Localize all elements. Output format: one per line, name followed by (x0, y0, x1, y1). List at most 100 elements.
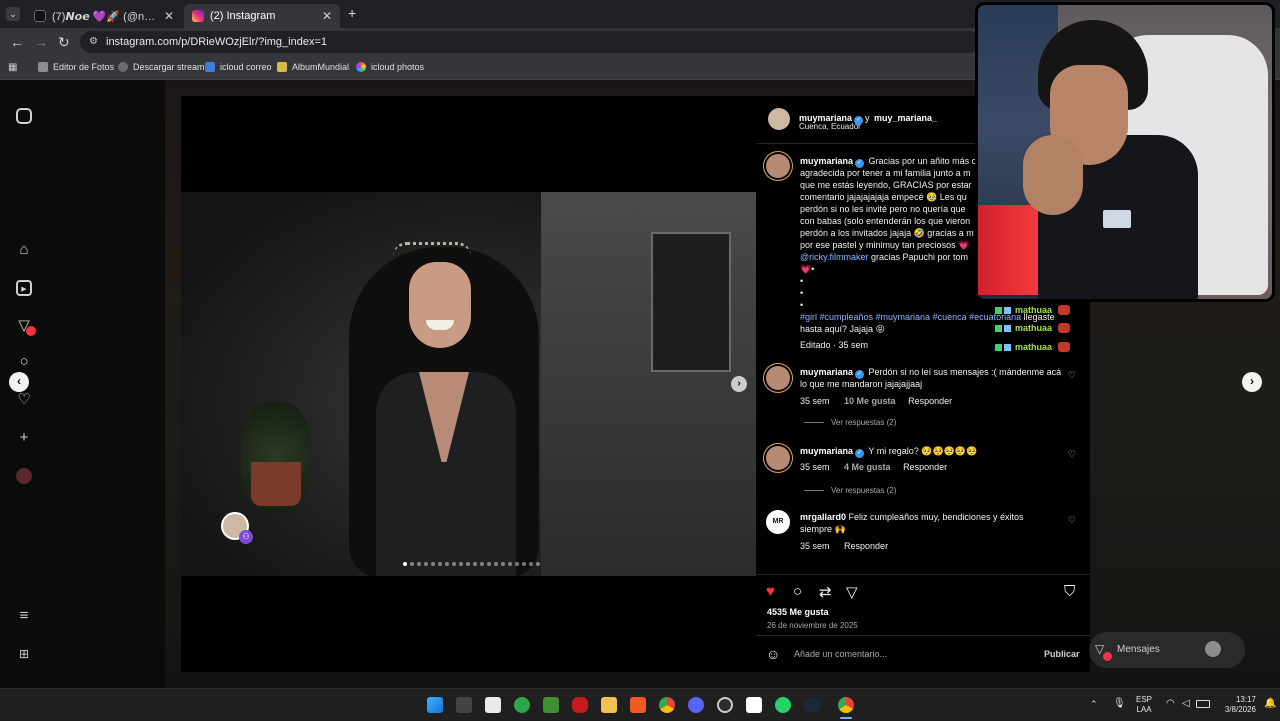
volume-icon[interactable]: ◁ (1182, 698, 1190, 709)
xbox-icon[interactable] (514, 697, 530, 713)
instagram-logo-icon[interactable] (16, 108, 32, 124)
show-hidden-icons[interactable]: ⌃ (1090, 699, 1098, 710)
also-from-meta-icon[interactable]: ⊞ (16, 646, 32, 662)
next-post-button[interactable]: › (1242, 372, 1262, 392)
create-icon[interactable]: + (16, 430, 32, 446)
messages-badge (1103, 652, 1112, 661)
reels-icon[interactable]: ▶ (16, 280, 32, 296)
clock[interactable]: 13:17 3/8/2026 (1216, 695, 1256, 715)
caption-username[interactable]: muymariana (800, 156, 853, 166)
view-replies-button[interactable]: Ver respuestas (2) (804, 486, 896, 495)
obs-icon[interactable] (717, 697, 733, 713)
bookmark-editor-fotos[interactable]: Editor de Fotos (38, 62, 114, 72)
profile-avatar-icon[interactable] (16, 468, 32, 484)
bookmark-icon (118, 62, 128, 72)
collab-username[interactable]: muy_mariana_ (874, 113, 937, 123)
verified-badge-icon: ✓ (855, 370, 865, 379)
tab-tiktok[interactable]: (7)𝙉𝙤𝙚 💜🚀 (@noe_mik) | Ti... ✕ (26, 4, 182, 28)
wifi-icon[interactable]: ◠ (1166, 698, 1175, 709)
microphone-icon[interactable]: 🎙 (1113, 698, 1126, 709)
chat-message: mathuaa (995, 305, 1071, 315)
comment-username[interactable]: muymariana (800, 446, 853, 456)
publish-button[interactable]: Publicar (1044, 649, 1080, 659)
previous-post-button[interactable]: ‹ (9, 372, 29, 392)
back-arrow-icon[interactable]: ← (10, 34, 24, 50)
minecraft-icon[interactable] (543, 697, 559, 713)
comment-avatar[interactable] (766, 446, 790, 470)
comment-like-icon[interactable]: ♡ (1068, 370, 1076, 381)
comment-reply-button[interactable]: Responder (903, 462, 947, 472)
discord-icon[interactable] (688, 697, 704, 713)
like-count[interactable]: 4535 Me gusta (767, 607, 829, 617)
carousel-dot (424, 562, 428, 566)
battery-icon[interactable] (1196, 700, 1210, 708)
brave-icon[interactable] (630, 697, 646, 713)
chrome-active-icon[interactable] (838, 697, 854, 713)
author-avatar[interactable] (768, 108, 790, 130)
new-tab-button[interactable]: + (348, 5, 356, 21)
capcut-icon[interactable] (746, 697, 762, 713)
save-bookmark-icon[interactable]: ⛉ (1064, 583, 1075, 600)
task-view-icon[interactable] (456, 697, 472, 713)
address-bar[interactable]: ⚙ instagram.com/p/DRieWOzjElr/?img_index… (80, 31, 980, 53)
comment-reply-button[interactable]: Responder (908, 396, 952, 406)
whatsapp-icon[interactable] (775, 697, 791, 713)
repost-icon[interactable]: ⇄ (819, 583, 832, 601)
view-replies-button[interactable]: Ver respuestas (2) (804, 418, 896, 427)
tab-search-icon[interactable]: ⌄ (6, 7, 20, 21)
menu-icon[interactable]: ≡ (16, 608, 32, 624)
apps-grid-icon[interactable]: ▦ (8, 62, 17, 73)
chrome-icon[interactable] (659, 697, 675, 713)
comment-likes[interactable]: 4 Me gusta (844, 462, 891, 472)
comment-text-cont: lo que me mandaron jajajajjaaj (800, 379, 923, 389)
comment-username[interactable]: muymariana (800, 367, 853, 377)
like-heart-icon[interactable]: ♥ (766, 583, 775, 600)
file-explorer-icon[interactable] (601, 697, 617, 713)
post-photo[interactable] (181, 192, 756, 576)
tiktok-icon (34, 10, 46, 22)
carousel-dot (494, 562, 498, 566)
comment-icon[interactable]: ○ (793, 583, 802, 600)
keyboard-language[interactable]: ESP LAA (1136, 695, 1152, 715)
site-info-icon[interactable]: ⚙ (89, 31, 98, 53)
reload-icon[interactable]: ↻ (58, 34, 70, 51)
comment-input[interactable]: Añade un comentario... (794, 649, 887, 659)
notifications-icon[interactable]: 🔔 (1264, 698, 1276, 709)
bookmark-icloud-photos[interactable]: icloud photos (356, 62, 424, 72)
caption-avatar[interactable] (766, 154, 790, 178)
home-icon[interactable]: ⌂ (16, 242, 32, 258)
bookmark-icloud-correo[interactable]: icloud correo (205, 62, 272, 72)
comment-username[interactable]: mrgallard0 (800, 512, 846, 522)
among-us-icon[interactable] (572, 697, 588, 713)
steam-icon[interactable] (804, 697, 820, 713)
tag-people-icon[interactable]: ⚇ (239, 530, 253, 544)
messages-button[interactable]: ▽ Mensajes (1089, 632, 1245, 668)
emoji-icon[interactable]: ☺ (766, 646, 780, 662)
tab-instagram[interactable]: (2) Instagram ✕ (184, 4, 340, 28)
post-location[interactable]: Cuenca, Ecuador (799, 122, 861, 131)
hashtags[interactable]: #girl #cumpleaños #muymariana #cuenca #e… (800, 312, 1021, 322)
store-icon[interactable] (485, 697, 501, 713)
tab-label: (2) Instagram (210, 10, 276, 22)
search-icon[interactable]: ○ (16, 354, 32, 370)
carousel-dot (522, 562, 526, 566)
share-icon[interactable]: ▽ (846, 583, 858, 601)
comment-like-icon[interactable]: ♡ (1068, 515, 1076, 526)
comment-text-cont: siempre 🙌 (800, 524, 846, 534)
next-slide-button[interactable]: › (731, 376, 747, 392)
comment-avatar[interactable]: MR (766, 510, 790, 534)
bookmark-albummundial[interactable]: AlbumMundial (277, 62, 349, 72)
comment-likes[interactable]: 10 Me gusta (844, 396, 896, 406)
windows-start-icon[interactable] (427, 697, 443, 713)
mention-link[interactable]: @ricky.filmmaker (800, 252, 868, 262)
bookmark-descargar-stream[interactable]: Descargar stream (118, 62, 205, 72)
comment-avatar[interactable] (766, 366, 790, 390)
close-tab-icon[interactable]: ✕ (322, 9, 332, 23)
forward-arrow-icon[interactable]: → (34, 34, 48, 50)
close-tab-icon[interactable]: ✕ (164, 9, 174, 23)
comment-reply-button[interactable]: Responder (844, 541, 888, 551)
comment-like-icon[interactable]: ♡ (1068, 449, 1076, 460)
carousel-dot (487, 562, 491, 566)
heart-icon[interactable]: ♡ (16, 392, 32, 408)
messages-label: Mensajes (1117, 644, 1160, 655)
